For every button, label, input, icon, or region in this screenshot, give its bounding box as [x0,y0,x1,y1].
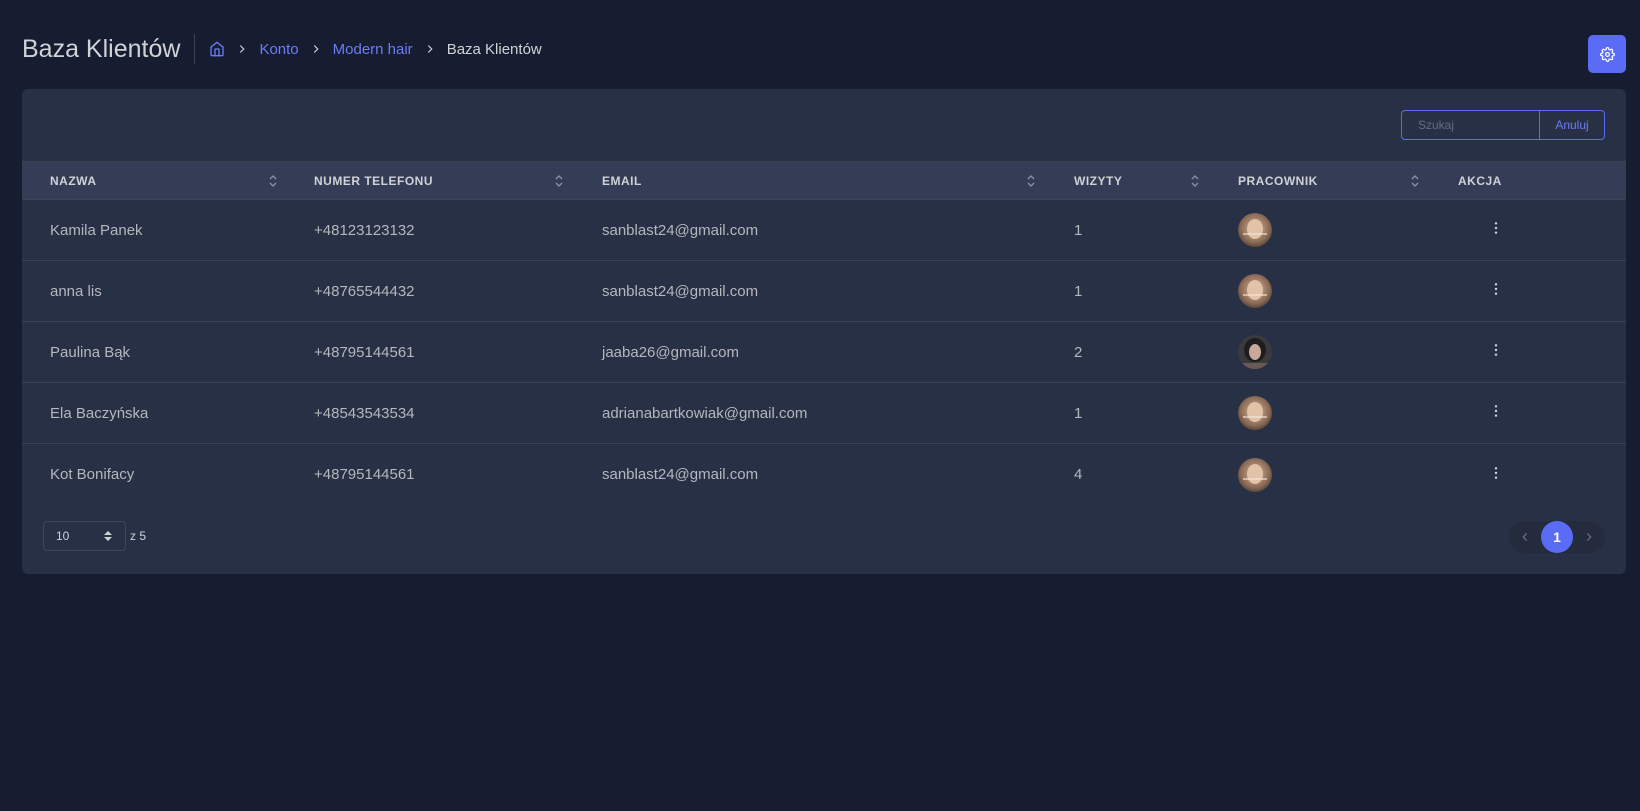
action-cell [1430,281,1626,301]
breadcrumb: Konto Modern hair Baza Klientów [209,40,542,58]
page-button-1[interactable]: 1 [1541,521,1573,553]
more-vertical-icon[interactable] [1488,403,1504,419]
search-input[interactable] [1402,111,1540,139]
clients-table: NAZWA NUMER TELEFONU EMAIL WIZYTY PRACOW… [22,161,1626,505]
table-row[interactable]: anna lis +48765544432 sanblast24@gmail.c… [22,261,1626,322]
employee-cell [1210,274,1430,308]
action-cell [1430,403,1626,423]
client-email: adrianabartkowiak@gmail.com [602,404,808,422]
next-page-button[interactable] [1573,521,1605,553]
chevron-right-icon [423,42,437,56]
table-row[interactable]: Ela Baczyńska +48543543534 adrianabartko… [22,383,1626,444]
client-email: sanblast24@gmail.com [602,282,759,300]
table-row[interactable]: Kot Bonifacy +48795144561 sanblast24@gma… [22,444,1626,505]
table-row[interactable]: Paulina Bąk +48795144561 jaaba26@gmail.c… [22,322,1626,383]
column-header-name[interactable]: NAZWA [22,162,286,199]
action-cell [1430,220,1626,240]
avatar[interactable] [1238,457,1272,492]
breadcrumb-link-modern-hair[interactable]: Modern hair [333,41,413,58]
more-vertical-icon[interactable] [1488,281,1504,297]
sort-icon[interactable] [268,174,278,188]
clients-card: Anuluj NAZWA NUMER TELEFONU EMAIL WIZYTY… [22,89,1626,574]
client-phone: +48543543534 [314,404,415,422]
settings-button[interactable] [1588,35,1626,73]
client-name: Kamila Panek [50,221,143,239]
breadcrumb-link-konto[interactable]: Konto [259,41,298,58]
employee-cell [1210,396,1430,430]
sort-icon[interactable] [1190,174,1200,188]
search-group: Anuluj [1401,110,1605,140]
column-header-phone[interactable]: NUMER TELEFONU [286,162,574,199]
more-vertical-icon[interactable] [1488,342,1504,358]
action-cell [1430,342,1626,362]
avatar[interactable] [1238,396,1272,430]
sort-icon[interactable] [554,174,564,188]
employee-cell [1210,335,1430,369]
page-size-group: 10 z 5 [43,521,146,551]
client-name: Kot Bonifacy [50,466,135,483]
client-email: sanblast24@gmail.com [602,221,759,239]
more-vertical-icon[interactable] [1488,220,1504,236]
client-phone: +48123123132 [314,221,415,239]
client-name: Ela Baczyńska [50,404,149,422]
column-header-employee[interactable]: PRACOWNIK [1210,162,1430,199]
client-visits: 1 [1074,404,1083,422]
client-email: sanblast24@gmail.com [602,466,759,483]
client-phone: +48795144561 [314,466,415,483]
employee-cell [1210,457,1430,492]
home-icon[interactable] [209,41,225,57]
employee-cell [1210,213,1430,247]
client-visits: 1 [1074,221,1083,239]
column-header-action: AKCJA [1458,173,1502,188]
client-phone: +48795144561 [314,343,415,361]
sort-icon[interactable] [1026,174,1036,188]
previous-page-button[interactable] [1509,521,1541,553]
column-header-visits[interactable]: WIZYTY [1046,162,1210,199]
client-visits: 2 [1074,343,1083,361]
client-name: anna lis [50,282,102,300]
action-cell [1430,465,1626,485]
table-row[interactable]: Kamila Panek +48123123132 sanblast24@gma… [22,200,1626,261]
client-name: Paulina Bąk [50,343,131,361]
avatar[interactable] [1238,213,1272,247]
page-title: Baza Klientów [22,34,196,64]
page-header: Baza Klientów Konto Modern hair Baza Kli… [22,28,1626,73]
chevron-left-icon [1522,533,1528,541]
avatar[interactable] [1238,274,1272,308]
chevron-right-icon [235,42,249,56]
breadcrumb-current: Baza Klientów [446,40,542,58]
cancel-button[interactable]: Anuluj [1540,111,1604,139]
client-email: jaaba26@gmail.com [602,343,739,361]
table-header: NAZWA NUMER TELEFONU EMAIL WIZYTY PRACOW… [22,161,1626,200]
chevron-right-icon [1586,533,1592,541]
page-size-select[interactable]: 10 [43,521,126,551]
chevron-right-icon [309,42,323,56]
select-arrows-icon [104,531,112,541]
column-header-email[interactable]: EMAIL [574,162,1046,199]
gear-icon [1599,46,1615,62]
avatar[interactable] [1238,335,1272,369]
page-size-total: z 5 [130,529,147,543]
client-visits: 4 [1074,466,1083,483]
sort-icon[interactable] [1410,174,1420,188]
pagination: 1 [1509,521,1605,553]
client-visits: 1 [1074,282,1083,300]
client-phone: +48765544432 [314,282,415,300]
more-vertical-icon[interactable] [1488,465,1504,481]
table-body: Kamila Panek +48123123132 sanblast24@gma… [22,200,1626,505]
